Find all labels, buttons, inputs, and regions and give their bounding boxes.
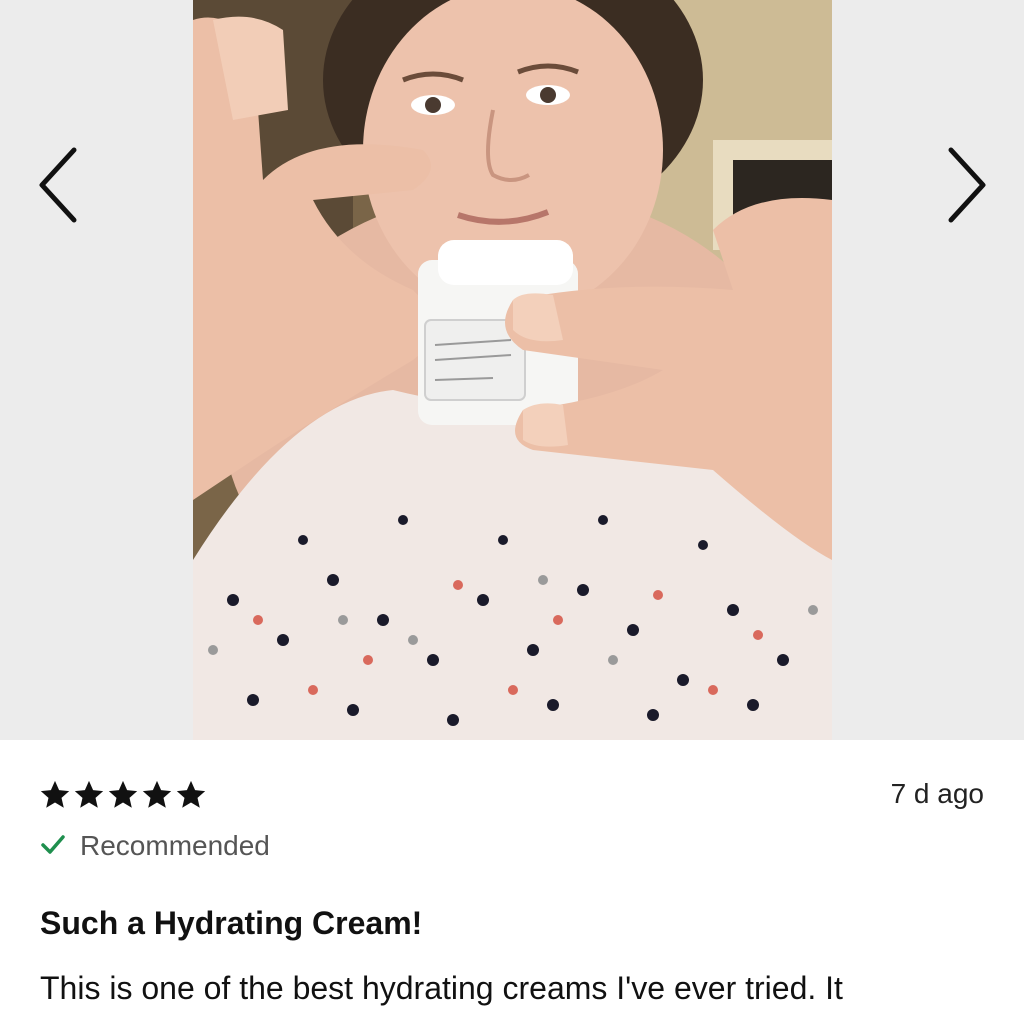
star-filled-icon	[174, 778, 208, 812]
recommended-label: Recommended	[80, 830, 270, 861]
review-body: This is one of the best hydrating creams…	[40, 970, 843, 1006]
review-title: Such a Hydrating Cream!	[40, 905, 423, 941]
star-filled-icon	[140, 778, 174, 812]
star-filled-icon	[72, 778, 106, 812]
star-rating	[38, 778, 208, 812]
review-timestamp: 7 d ago	[890, 778, 984, 809]
review-photo[interactable]	[193, 0, 832, 740]
previous-photo-button[interactable]	[30, 140, 90, 230]
star-filled-icon	[38, 778, 72, 812]
checkmark-icon	[40, 833, 66, 860]
star-filled-icon	[106, 778, 140, 812]
chevron-left-icon	[30, 140, 90, 230]
photo-viewer	[0, 0, 1024, 740]
recommended-badge: Recommended	[40, 830, 270, 862]
chevron-right-icon	[935, 140, 995, 230]
next-photo-button[interactable]	[935, 140, 995, 230]
